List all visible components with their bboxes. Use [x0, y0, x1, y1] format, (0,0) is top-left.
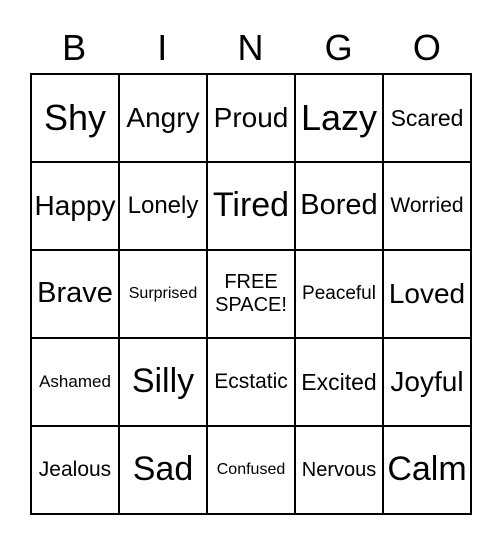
header-letter-b: B	[62, 27, 87, 68]
bingo-cell[interactable]: Silly	[119, 338, 207, 426]
bingo-cell[interactable]: Angry	[119, 74, 207, 162]
free-space-cell[interactable]: FREE SPACE!	[207, 250, 295, 338]
header-letter-o: O	[412, 27, 441, 68]
bingo-cell[interactable]: Worried	[383, 162, 471, 250]
bingo-cell[interactable]: Bored	[295, 162, 383, 250]
header-letter-n: N	[237, 27, 264, 68]
bingo-cell[interactable]: Calm	[383, 426, 471, 514]
bingo-cell[interactable]: Surprised	[119, 250, 207, 338]
header-letter-i: I	[157, 27, 168, 68]
bingo-cell[interactable]: Excited	[295, 338, 383, 426]
bingo-cell[interactable]: Proud	[207, 74, 295, 162]
bingo-cell[interactable]: Happy	[31, 162, 119, 250]
bingo-cell[interactable]: Shy	[31, 74, 119, 162]
bingo-cell[interactable]: Nervous	[295, 426, 383, 514]
bingo-cell[interactable]: Lazy	[295, 74, 383, 162]
bingo-cell[interactable]: Scared	[383, 74, 471, 162]
bingo-cell[interactable]: Tired	[207, 162, 295, 250]
bingo-cell[interactable]: Sad	[119, 426, 207, 514]
bingo-cell[interactable]: Joyful	[383, 338, 471, 426]
bingo-cell[interactable]: Brave	[31, 250, 119, 338]
bingo-cell[interactable]: Loved	[383, 250, 471, 338]
bingo-cell[interactable]: Ashamed	[31, 338, 119, 426]
bingo-cell[interactable]: Confused	[207, 426, 295, 514]
bingo-cell[interactable]: Ecstatic	[207, 338, 295, 426]
bingo-cell[interactable]: Lonely	[119, 162, 207, 250]
header-letter-g: G	[324, 27, 353, 68]
bingo-cell[interactable]: Jealous	[31, 426, 119, 514]
bingo-header: B I N G O	[30, 22, 471, 74]
bingo-cell[interactable]: Peaceful	[295, 250, 383, 338]
bingo-grid: Shy Angry Proud Lazy Scared Happy Lonely Tired B…	[30, 73, 472, 515]
